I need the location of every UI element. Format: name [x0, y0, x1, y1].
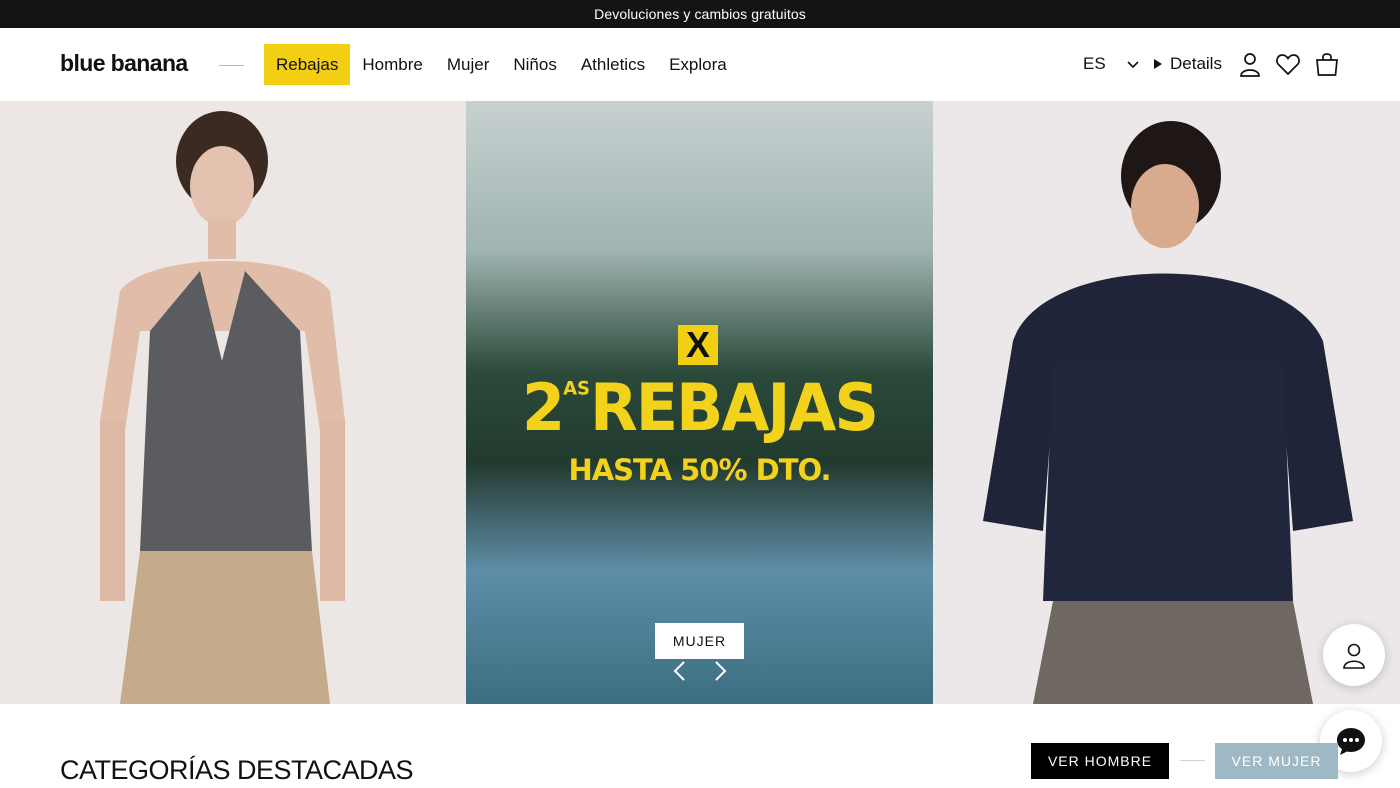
nav-item-ninos[interactable]: Niños	[501, 44, 568, 85]
nav-item-explora[interactable]: Explora	[657, 44, 739, 85]
brand-x-badge: X	[678, 325, 718, 365]
logo-divider	[219, 65, 244, 66]
ver-mujer-button[interactable]: VER MUJER	[1215, 743, 1338, 779]
details-label: Details	[1170, 54, 1222, 73]
hero-promo-panel[interactable]: X 2ASREBAJAS HASTA 50% DTO. MUJER	[466, 101, 933, 704]
featured-categories-title: CATEGORÍAS DESTACADAS	[60, 755, 414, 785]
language-selector[interactable]: ES	[1083, 54, 1140, 74]
user-icon[interactable]	[1237, 51, 1263, 77]
language-label: ES	[1083, 54, 1106, 73]
hero-carousel: X 2ASREBAJAS HASTA 50% DTO. MUJER	[0, 101, 1400, 704]
announcement-text: Devoluciones y cambios gratuitos	[594, 6, 806, 22]
nav-item-athletics[interactable]: Athletics	[569, 44, 657, 85]
model-halter-top-image	[100, 111, 345, 704]
promo-title-word: REBAJAS	[590, 369, 879, 446]
play-triangle-icon	[1154, 59, 1162, 69]
hero-image-left[interactable]	[0, 101, 466, 704]
model-hoodie-image	[983, 121, 1353, 704]
promo-subtitle: HASTA 50% DTO.	[568, 453, 831, 487]
promo-title-number: 2	[521, 369, 565, 446]
chevron-right-icon[interactable]	[710, 660, 730, 682]
promo-title-sup: AS	[563, 377, 590, 400]
nav-item-mujer[interactable]: Mujer	[435, 44, 502, 85]
button-divider	[1180, 760, 1205, 761]
ver-hombre-button[interactable]: VER HOMBRE	[1031, 743, 1169, 779]
details-toggle[interactable]: Details	[1154, 54, 1222, 74]
main-nav: Rebajas Hombre Mujer Niños Athletics Exp…	[264, 44, 739, 85]
account-icon	[1343, 643, 1365, 669]
chat-icon	[1337, 728, 1365, 755]
promo-title: 2ASREBAJAS	[466, 369, 933, 446]
chevron-left-icon[interactable]	[670, 660, 690, 682]
nav-item-rebajas[interactable]: Rebajas	[264, 44, 351, 85]
logo[interactable]: blue banana	[60, 50, 188, 77]
shopping-bag-icon[interactable]	[1314, 51, 1340, 77]
account-floating-button[interactable]	[1323, 624, 1385, 686]
site-header: blue banana Rebajas Hombre Mujer Niños A…	[0, 28, 1400, 101]
heart-icon[interactable]	[1275, 51, 1301, 77]
nav-item-hombre[interactable]: Hombre	[350, 44, 434, 85]
chevron-down-icon	[1127, 61, 1139, 69]
mujer-cta-button[interactable]: MUJER	[655, 623, 744, 659]
hero-image-right[interactable]	[933, 101, 1400, 704]
announcement-bar: Devoluciones y cambios gratuitos	[0, 0, 1400, 28]
